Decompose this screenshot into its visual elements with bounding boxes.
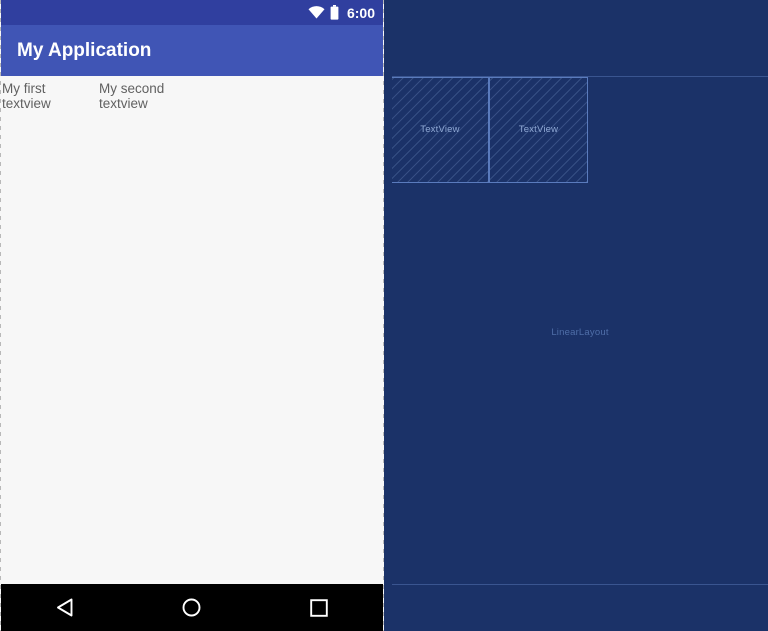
blueprint-pane[interactable]: TextView TextView LinearLayout	[384, 0, 768, 631]
blueprint-root-label: LinearLayout	[551, 327, 609, 338]
blueprint-textview-second[interactable]: TextView	[489, 77, 588, 183]
nav-back-button[interactable]	[45, 588, 85, 628]
blueprint-textview-first-label: TextView	[420, 124, 460, 136]
preview-selection-border-left	[0, 0, 1, 631]
blueprint-device-frame: TextView TextView LinearLayout	[392, 0, 768, 631]
status-bar-icons: 6:00	[308, 5, 375, 20]
status-bar: 6:00	[1, 0, 383, 25]
blueprint-textview-second-label: TextView	[518, 124, 559, 136]
navigation-bar	[1, 584, 383, 631]
nav-home-button[interactable]	[172, 588, 212, 628]
wifi-icon	[308, 6, 325, 19]
textview-first[interactable]: My first textview	[1, 81, 99, 111]
home-circle-icon	[183, 598, 201, 617]
preview-selection-border-right	[383, 0, 384, 631]
linear-layout-row: My first textview My second textview	[1, 76, 383, 111]
back-triangle-icon	[57, 598, 73, 617]
recents-square-icon	[310, 598, 329, 617]
blueprint-textview-first[interactable]: TextView	[392, 77, 489, 183]
nav-recents-button[interactable]	[299, 588, 339, 628]
device-preview-pane[interactable]: 6:00 My Application My first textview My…	[0, 0, 384, 631]
textview-second[interactable]: My second textview	[99, 81, 249, 111]
app-bar-title: My Application	[17, 40, 152, 61]
layout-editor: 6:00 My Application My first textview My…	[0, 0, 768, 631]
app-bar: My Application	[1, 25, 383, 76]
battery-icon	[330, 5, 339, 20]
blueprint-navbar-divider	[392, 584, 768, 585]
status-bar-time: 6:00	[346, 4, 375, 21]
preview-content-area[interactable]: My first textview My second textview	[1, 76, 383, 584]
